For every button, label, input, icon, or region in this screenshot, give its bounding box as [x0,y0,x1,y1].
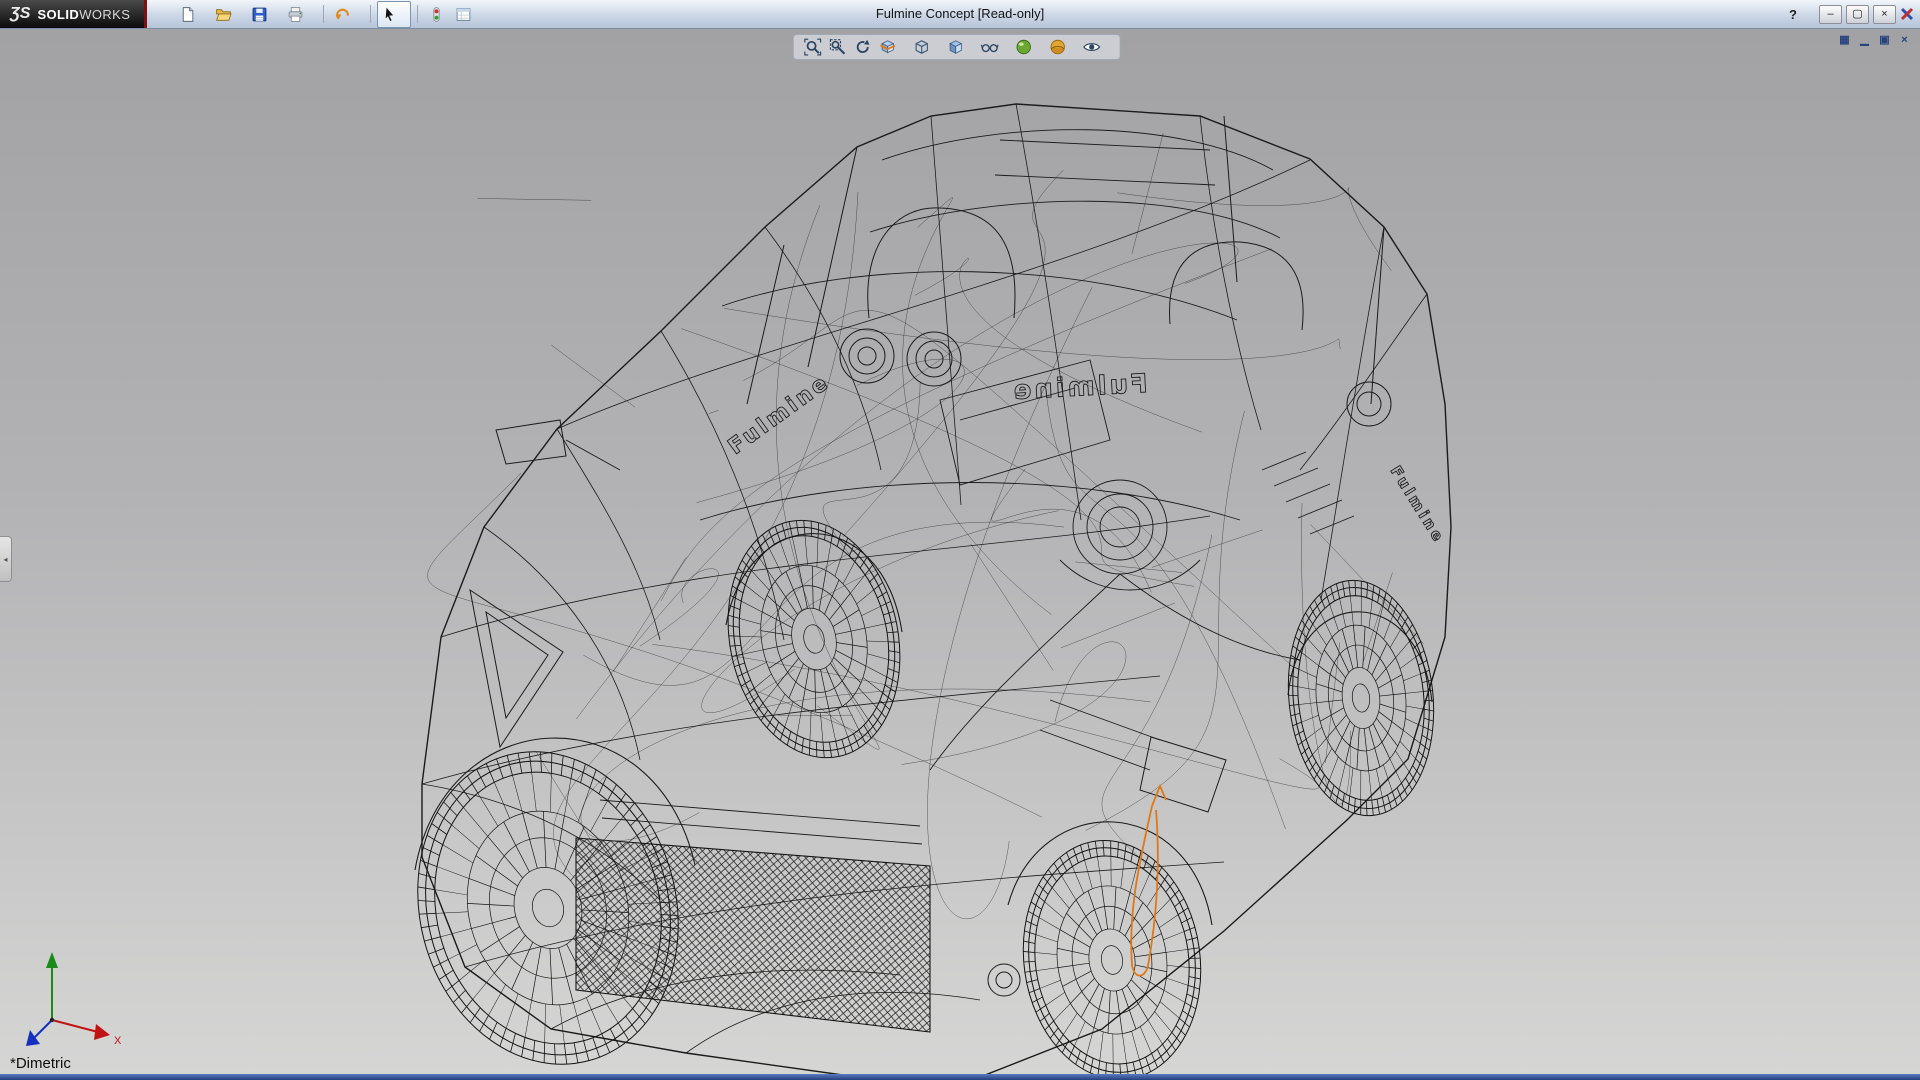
resources-x-icon[interactable] [1900,7,1914,21]
edit-appearance-button[interactable] [1014,37,1043,57]
document-title: Fulmine Concept [Read-only] [876,6,1044,21]
dassault-3ds-logo-icon: ƷS [10,5,30,23]
orientation-triad: X [26,952,122,1047]
display-style-button[interactable] [946,37,975,57]
model-scene: Fulmine Fulmine Fulmine X [0,28,1920,1080]
open-button[interactable] [211,1,245,28]
tile-windows-button[interactable]: ▦ [1837,33,1852,47]
file-properties-icon [455,6,472,23]
doc-restore-button[interactable]: ▣ [1877,33,1892,47]
car-wireframe: Fulmine Fulmine Fulmine [415,104,1451,1077]
zoom-to-fit-icon [804,38,822,56]
new-document-button[interactable] [175,1,209,28]
save-icon [251,6,268,23]
window-controls: ? – ▢ × [1784,5,1920,24]
zoom-to-area-icon [829,38,847,56]
rebuild-button[interactable] [424,1,449,28]
open-icon [215,6,232,23]
document-window-controls: ▦ ▁ ▣ × [1837,33,1912,47]
section-view-button[interactable] [878,37,907,57]
print-button[interactable] [283,1,317,28]
hide-show-items-button[interactable] [980,37,1009,57]
hide-show-items-icon [981,38,999,56]
previous-view-button[interactable] [853,37,873,57]
select-icon [381,6,398,23]
toolbar-separator [323,5,324,23]
wireframe-hidden-lines [428,133,1424,919]
display-style-icon [947,38,965,56]
zoom-to-area-button[interactable] [828,37,848,57]
view-settings-icon [1083,38,1101,56]
view-orientation-label: *Dimetric [10,1055,71,1072]
edit-appearance-icon [1015,38,1033,56]
view-settings-button[interactable] [1082,37,1111,57]
heads-up-view-toolbar [793,34,1121,60]
minimize-button[interactable]: – [1819,5,1842,24]
doc-minimize-button[interactable]: ▁ [1857,33,1872,47]
main-toolbar [175,1,485,28]
print-icon [287,6,304,23]
new-document-icon [179,6,196,23]
save-button[interactable] [247,1,281,28]
rebuild-icon [428,6,445,23]
help-icon[interactable]: ? [1784,7,1802,22]
view-orientation-icon [913,38,931,56]
logo-accent-divider [144,0,147,28]
doc-close-button[interactable]: × [1897,33,1912,47]
undo-icon [334,6,351,23]
section-view-icon [879,38,897,56]
view-orientation-button[interactable] [912,37,941,57]
apply-scene-icon [1049,38,1067,56]
maximize-button[interactable]: ▢ [1846,5,1869,24]
car-badge-left: Fulmine [724,370,835,460]
zoom-to-fit-button[interactable] [803,37,823,57]
apply-scene-button[interactable] [1048,37,1077,57]
file-properties-button[interactable] [451,1,485,28]
car-badge-right: Fulmine [1387,463,1449,547]
solidworks-wordmark: SOLIDWORKS [37,7,130,22]
toolbar-separator [370,5,371,23]
solidworks-logo: ƷS SOLIDWORKS [0,0,144,28]
undo-button[interactable] [330,1,364,28]
triad-x-label: X [114,1035,122,1047]
title-bar: ƷS SOLIDWORKS Fulmine Concept [Read-only… [0,0,1920,29]
select-button[interactable] [377,1,411,28]
toolbar-separator [417,5,418,23]
feature-manager-collapse-tab[interactable]: ◂ [0,536,12,582]
previous-view-icon [854,38,872,56]
close-button[interactable]: × [1873,5,1896,24]
bottom-status-strip [0,1074,1920,1080]
graphics-viewport[interactable]: Fulmine Fulmine Fulmine X ▦ ▁ ▣ × ◂ [0,28,1920,1080]
car-badge-front: Fulmine [1010,369,1148,406]
